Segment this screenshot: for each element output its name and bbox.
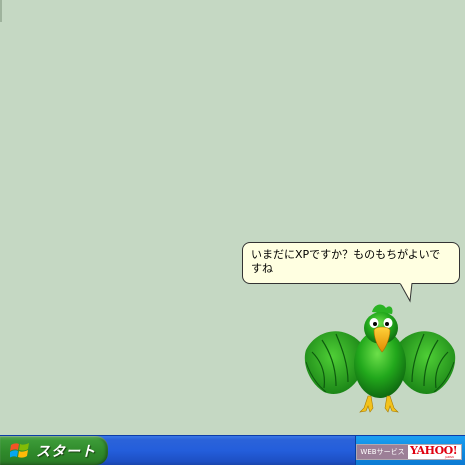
parrot-assistant-icon[interactable] [302,302,458,418]
web-services-label: WEBサービス [357,445,408,459]
yahoo-japan-label: JAPAN [445,455,454,459]
start-button[interactable]: スタート [0,436,108,465]
start-label: スタート [36,444,96,460]
yahoo-web-services-badge[interactable]: WEBサービス YAHOO! JAPAN [356,444,462,460]
assistant-speech-balloon[interactable]: いまだにXPですか？ものもちがよいですね [242,242,460,284]
balloon-tail [399,283,413,303]
parrot-feet [359,395,399,413]
right-wing [400,331,456,395]
assistant-message: いまだにXPですか？ものもちがよいですね [251,248,441,275]
desktop-edge-artifact [0,0,2,22]
left-wing [304,331,360,395]
windows-logo-icon [10,443,29,458]
